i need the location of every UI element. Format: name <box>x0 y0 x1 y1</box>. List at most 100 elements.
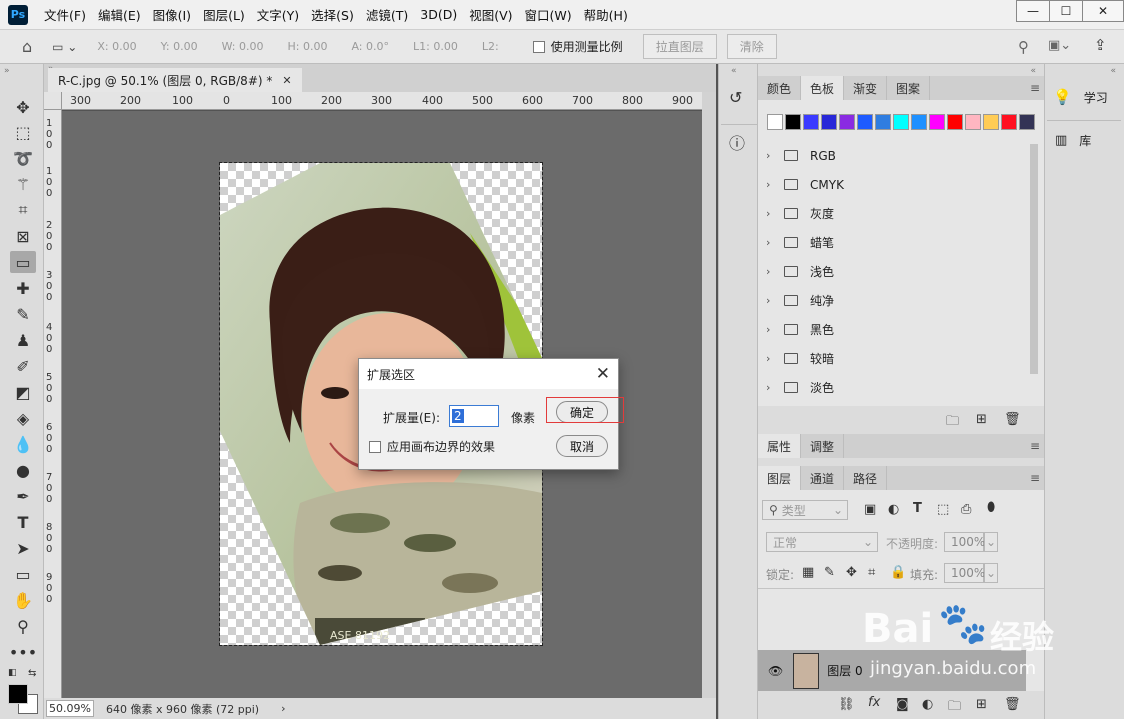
layer-filter-select[interactable]: ⚲ 类型 ⌄ <box>762 500 848 520</box>
history-panel-icon[interactable]: ↺ <box>729 88 742 107</box>
ruler-tool-icon[interactable]: ▭ <box>10 251 36 273</box>
menu-view[interactable]: 视图(V) <box>463 5 518 24</box>
close-tab-icon[interactable]: ✕ <box>282 74 291 87</box>
swatches-scrollbar[interactable] <box>1030 144 1038 374</box>
fill-dropdown[interactable]: ⌄ <box>984 563 998 583</box>
panel-menu-icon[interactable]: ≡ <box>1030 471 1040 485</box>
menu-window[interactable]: 窗口(W) <box>519 5 578 24</box>
use-measurement-scale-checkbox[interactable]: 使用测量比例 <box>532 38 623 55</box>
vertical-scrollbar[interactable] <box>702 92 716 698</box>
menu-select[interactable]: 选择(S) <box>305 5 360 24</box>
menu-filter[interactable]: 滤镜(T) <box>360 5 414 24</box>
swatch-group-pale[interactable]: › 淡色 <box>766 373 1026 402</box>
collapse-icon[interactable]: « <box>731 66 737 76</box>
status-menu-chevron-icon[interactable]: › <box>281 702 285 715</box>
tab-gradients[interactable]: 渐变 <box>844 76 888 100</box>
clear-button[interactable]: 清除 <box>726 34 777 59</box>
lock-all-icon[interactable]: 🔒 <box>890 565 906 580</box>
tab-patterns[interactable]: 图案 <box>887 76 931 100</box>
eye-icon[interactable]: 👁 <box>768 664 783 678</box>
fx-icon[interactable]: fx <box>868 695 880 710</box>
apply-canvas-bounds-checkbox[interactable]: 应用画布边界的效果 <box>369 438 495 455</box>
panel-menu-icon[interactable]: ≡ <box>1030 81 1040 95</box>
info-panel-icon[interactable]: ⓘ <box>729 130 745 154</box>
marquee-tool-icon[interactable]: ⬚ <box>10 121 36 143</box>
collapse-icon[interactable]: » <box>4 66 10 76</box>
history-brush-tool-icon[interactable]: ✐ <box>10 355 36 377</box>
type-filter-icon[interactable]: T <box>913 501 922 516</box>
lock-position-icon[interactable]: ✥ <box>846 565 857 580</box>
menu-edit[interactable]: 编辑(E) <box>92 5 147 24</box>
library-panel-button[interactable]: ▥ 库 <box>1055 132 1091 149</box>
minimize-button[interactable]: — <box>1016 0 1050 22</box>
new-group-folder-icon[interactable]: 🗀 <box>946 412 959 434</box>
document-tab[interactable]: R-C.jpg @ 50.1% (图层 0, RGB/8#) * ✕ <box>48 68 302 92</box>
lock-transparent-icon[interactable]: ▦ <box>802 565 814 580</box>
workspace-icon[interactable]: ▣⌄ <box>1048 38 1071 53</box>
swatch[interactable] <box>911 114 927 130</box>
swatch-group-dark[interactable]: › 黑色 <box>766 315 1026 344</box>
dialog-close-icon[interactable]: ✕ <box>596 364 610 384</box>
frame-tool-icon[interactable]: ⊠ <box>10 225 36 247</box>
paint-bucket-tool-icon[interactable]: ◈ <box>10 407 36 429</box>
blur-tool-icon[interactable]: 💧 <box>10 433 36 455</box>
trash-icon[interactable]: 🗑 <box>1004 412 1021 427</box>
tab-adjustments[interactable]: 调整 <box>801 434 845 458</box>
maximize-button[interactable]: ☐ <box>1049 0 1083 22</box>
swatch[interactable] <box>857 114 873 130</box>
swatch[interactable] <box>875 114 891 130</box>
filter-toggle-icon[interactable]: ⬮ <box>987 500 995 515</box>
swatch-group-pure[interactable]: › 纯净 <box>766 286 1026 315</box>
swatch-group-darker[interactable]: › 较暗 <box>766 344 1026 373</box>
hand-tool-icon[interactable]: ✋ <box>10 589 36 611</box>
share-icon[interactable]: ⇪ <box>1094 36 1107 54</box>
collapse-icon[interactable]: « <box>1110 66 1116 76</box>
swatch[interactable] <box>947 114 963 130</box>
new-swatch-icon[interactable]: ⊞ <box>976 412 987 427</box>
smart-object-filter-icon[interactable]: ⎙ <box>961 502 971 517</box>
swatch-group-gray[interactable]: › 灰度 <box>766 199 1026 228</box>
pen-tool-icon[interactable]: ✒ <box>10 485 36 507</box>
healing-brush-tool-icon[interactable]: ✚ <box>10 277 36 299</box>
shape-filter-icon[interactable]: ⬚ <box>937 502 949 517</box>
foreground-color-swatch[interactable] <box>8 684 28 704</box>
swatch[interactable] <box>803 114 819 130</box>
straighten-layer-button[interactable]: 拉直图层 <box>642 34 717 59</box>
swatch[interactable] <box>785 114 801 130</box>
close-window-button[interactable]: ✕ <box>1082 0 1124 22</box>
search-icon[interactable]: ⚲ <box>1018 38 1029 56</box>
new-layer-icon[interactable]: ⊞ <box>976 697 987 712</box>
swatch-group-cmyk[interactable]: › CMYK <box>766 170 1026 199</box>
swatch[interactable] <box>767 114 783 130</box>
dodge-tool-icon[interactable]: ● <box>10 459 36 481</box>
swatch[interactable] <box>893 114 909 130</box>
swatch-group-rgb[interactable]: › RGB <box>766 141 1026 170</box>
crop-tool-icon[interactable]: ⌗ <box>10 199 36 221</box>
tab-swatches[interactable]: 色板 <box>801 76 845 100</box>
panel-menu-icon[interactable]: ≡ <box>1030 439 1040 453</box>
brush-tool-icon[interactable]: ✎ <box>10 303 36 325</box>
menu-file[interactable]: 文件(F) <box>38 5 92 24</box>
menu-help[interactable]: 帮助(H) <box>578 5 634 24</box>
tab-color[interactable]: 颜色 <box>758 76 802 100</box>
more-tools-icon[interactable]: ••• <box>9 641 37 663</box>
tab-paths[interactable]: 路径 <box>844 466 888 490</box>
trash-icon[interactable]: 🗑 <box>1004 697 1021 712</box>
swatch[interactable] <box>965 114 981 130</box>
default-colors-icon[interactable]: ◧ <box>8 668 17 678</box>
move-tool-icon[interactable]: ✥ <box>10 96 36 118</box>
home-icon[interactable]: ⌂ <box>22 37 32 56</box>
opacity-input[interactable]: 100% <box>944 532 985 552</box>
stamp-tool-icon[interactable]: ♟ <box>10 329 36 351</box>
tab-layers[interactable]: 图层 <box>758 466 802 490</box>
swatch[interactable] <box>821 114 837 130</box>
rectangle-tool-icon[interactable]: ▭ <box>10 563 36 585</box>
lock-artboard-icon[interactable]: ⌗ <box>868 565 875 580</box>
adjustment-layer-icon[interactable]: ◐ <box>922 697 933 712</box>
eraser-tool-icon[interactable]: ◩ <box>10 381 36 403</box>
swatch[interactable] <box>929 114 945 130</box>
menu-layer[interactable]: 图层(L) <box>197 5 251 24</box>
magic-wand-tool-icon[interactable]: ⚚ <box>10 173 36 195</box>
swatch-group-pastel[interactable]: › 蜡笔 <box>766 228 1026 257</box>
swatch-group-light[interactable]: › 浅色 <box>766 257 1026 286</box>
